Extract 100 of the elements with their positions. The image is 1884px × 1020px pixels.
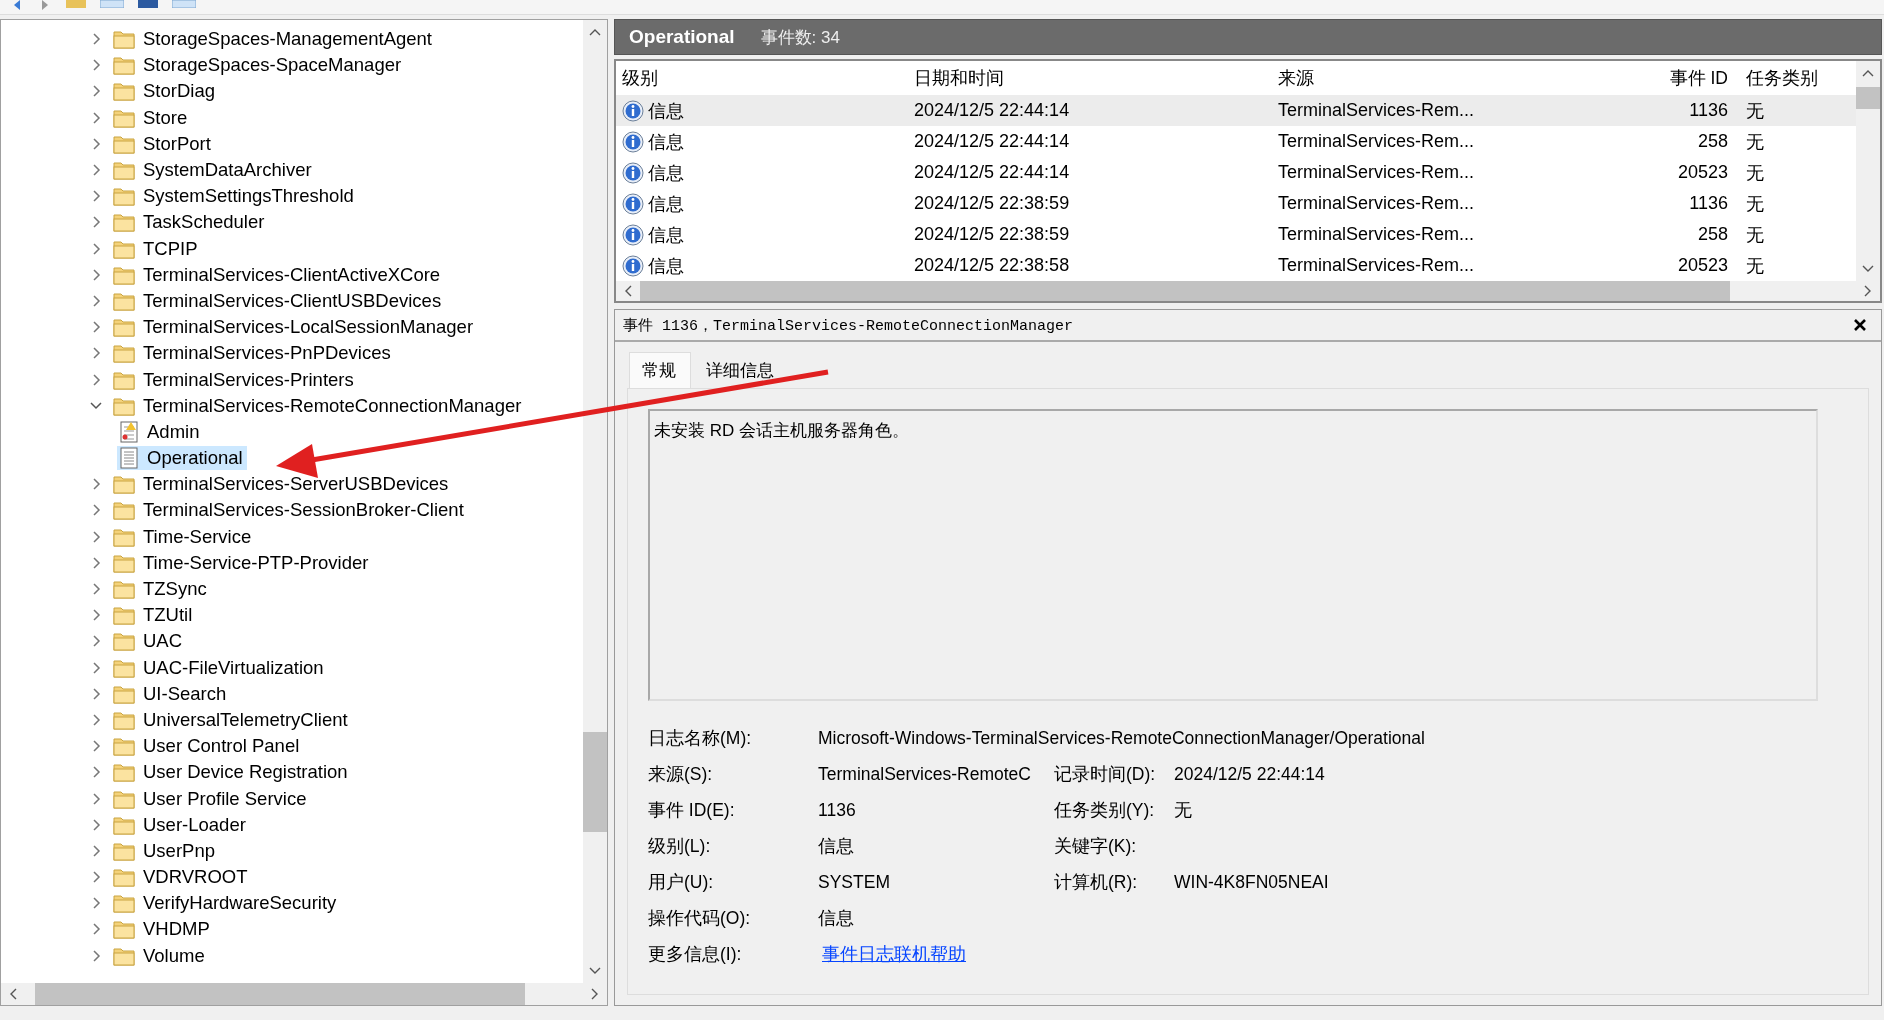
tree-item[interactable]: TerminalServices-RemoteConnectionManager [111, 393, 526, 418]
tree-item[interactable]: Operational [117, 446, 247, 471]
column-header[interactable]: 日期和时间 [904, 66, 1268, 90]
column-header[interactable]: 任务类别 [1740, 66, 1856, 90]
scroll-left-icon[interactable] [9, 988, 17, 1000]
table-cell: 20523 [1677, 162, 1728, 183]
tree-item[interactable]: StorDiag [111, 79, 219, 104]
event-row[interactable]: 信息 2024/12/5 22:44:14 TerminalServices-Rem... 258 无 [616, 126, 1856, 157]
event-message: 未安装 RD 会话主机服务器角色。 [654, 421, 909, 440]
tree-item[interactable]: TerminalServices-LocalSessionManager [111, 315, 478, 340]
vertical-scrollbar[interactable] [1856, 61, 1880, 281]
tree-item[interactable]: User-Loader [111, 812, 250, 837]
scroll-down-icon[interactable] [1862, 265, 1874, 273]
tree-item[interactable]: TerminalServices-PnPDevices [111, 341, 395, 366]
scrollbar-thumb[interactable] [583, 732, 607, 832]
tree-item[interactable]: Admin [117, 419, 204, 444]
column-header[interactable]: 事件 ID [1512, 66, 1740, 90]
field-value: 信息 [818, 835, 855, 858]
tree-item[interactable]: TerminalServices-ServerUSBDevices [111, 472, 453, 497]
tree-item[interactable]: SystemDataArchiver [111, 158, 316, 183]
close-icon[interactable] [1853, 318, 1867, 332]
tree-item[interactable]: StorPort [111, 131, 215, 156]
table-cell-text: 无 [1746, 223, 1764, 247]
table-cell: 20523 [1677, 255, 1728, 276]
table-cell-text: 信息 [648, 192, 684, 216]
help-link[interactable]: 事件日志联机帮助 [822, 942, 966, 966]
tree-item[interactable]: TerminalServices-ClientActiveXCore [111, 262, 445, 287]
tree-item[interactable]: Time-Service-PTP-Provider [111, 550, 373, 575]
tree-item[interactable]: UAC-FileVirtualization [111, 655, 328, 680]
event-row[interactable]: 信息 2024/12/5 22:44:14 TerminalServices-Rem... 1136 无 [616, 95, 1856, 126]
event-details-title: 事件 1136，TerminalServices-RemoteConnectionManager [623, 316, 1074, 335]
scrollbar-thumb[interactable] [1856, 87, 1880, 109]
tree-item[interactable]: TerminalServices-Printers [111, 367, 358, 392]
field-label: 更多信息(I): [648, 943, 743, 966]
table-cell: TerminalServices-Rem... [1278, 193, 1475, 214]
event-count: 事件数: 34 [760, 26, 840, 49]
tree-item[interactable]: TerminalServices-SessionBroker-Client [111, 498, 468, 523]
tree-item[interactable]: Time-Service [111, 524, 256, 549]
event-row[interactable]: 信息 2024/12/5 22:44:14 TerminalServices-Rem... 20523 无 [616, 157, 1856, 188]
tree-item[interactable]: VerifyHardwareSecurity [111, 891, 341, 916]
tree-item[interactable]: User Control Panel [111, 734, 304, 759]
tree-item[interactable]: Store [111, 105, 192, 130]
tree-item[interactable]: TZUtil [111, 603, 197, 628]
scroll-right-icon[interactable] [591, 988, 599, 1000]
vertical-scrollbar[interactable] [583, 20, 607, 983]
tree-item[interactable]: User Device Registration [111, 760, 352, 785]
field-value: 信息 [818, 907, 854, 930]
scroll-left-icon[interactable] [624, 285, 632, 297]
table-cell-text: 信息 [648, 99, 684, 123]
table-cell-text: 信息 [648, 161, 684, 185]
tree-item[interactable]: Volume [111, 943, 209, 968]
tree-item[interactable]: User Profile Service [111, 786, 311, 811]
field-value: 无 [1174, 799, 1192, 822]
table-cell: 2024/12/5 22:38:59 [914, 224, 1070, 245]
tab[interactable]: 详细信息 [693, 352, 789, 388]
tree-item[interactable]: StorageSpaces-SpaceManager [111, 53, 406, 78]
event-row[interactable]: 信息 2024/12/5 22:38:59 TerminalServices-Rem... 1136 无 [616, 188, 1856, 219]
table-cell: 2024/12/5 22:38:59 [914, 193, 1070, 214]
tree-item[interactable]: VHDMP [111, 917, 214, 942]
tree-item[interactable]: UAC [111, 629, 187, 654]
tree-item[interactable]: TaskScheduler [111, 210, 269, 235]
info-icon [622, 130, 644, 153]
tree-item[interactable]: TCPIP [111, 236, 202, 261]
column-header[interactable]: 级别 [616, 66, 904, 90]
table-cell-text: 信息 [648, 130, 684, 154]
tree-item[interactable]: TerminalServices-ClientUSBDevices [111, 288, 446, 313]
field-label: 操作代码(O): [648, 907, 752, 930]
event-row[interactable]: 信息 2024/12/5 22:38:58 TerminalServices-Rem... 20523 无 [616, 250, 1856, 281]
event-row[interactable]: 信息 2024/12/5 22:38:59 TerminalServices-Rem... 258 无 [616, 219, 1856, 250]
table-cell-text: 信息 [648, 223, 684, 247]
table-cell: 258 [1697, 224, 1728, 245]
tree-item[interactable]: VDRVROOT [111, 865, 252, 890]
tree-item[interactable]: SystemSettingsThreshold [111, 184, 358, 209]
table-cell: TerminalServices-Rem... [1278, 255, 1475, 276]
field-label: 计算机(R): [1054, 871, 1139, 894]
tree-item[interactable]: UserPnp [111, 838, 219, 863]
table-cell: TerminalServices-Rem... [1278, 131, 1475, 152]
info-icon [622, 223, 644, 246]
table-cell: 2024/12/5 22:44:14 [914, 100, 1070, 121]
table-cell: 258 [1697, 131, 1728, 152]
scroll-right-icon[interactable] [1864, 285, 1872, 297]
tree-item[interactable]: UniversalTelemetryClient [111, 707, 352, 732]
field-label: 来源(S): [648, 763, 714, 786]
field-label: 关键字(K): [1054, 835, 1138, 858]
info-icon [622, 99, 644, 122]
scroll-down-icon[interactable] [589, 967, 601, 975]
horizontal-scrollbar[interactable] [1, 983, 607, 1005]
column-header[interactable]: 来源 [1268, 66, 1512, 90]
tab[interactable]: 常规 [629, 352, 691, 388]
table-cell: 1136 [1689, 193, 1728, 214]
tree-item[interactable]: StorageSpaces-ManagementAgent [111, 27, 436, 52]
tree-item[interactable]: UI-Search [111, 681, 231, 706]
scrollbar-thumb[interactable] [35, 983, 525, 1005]
tree-item[interactable]: TZSync [111, 577, 211, 602]
table-cell-text: 无 [1746, 254, 1764, 278]
log-warning-icon [119, 420, 139, 443]
scroll-up-icon[interactable] [1862, 69, 1874, 77]
table-cell: 2024/12/5 22:38:58 [914, 255, 1070, 276]
field-value: Microsoft-Windows-TerminalServices-RemoteConnectionManager/Operational [818, 727, 1425, 749]
scroll-up-icon[interactable] [589, 28, 601, 36]
